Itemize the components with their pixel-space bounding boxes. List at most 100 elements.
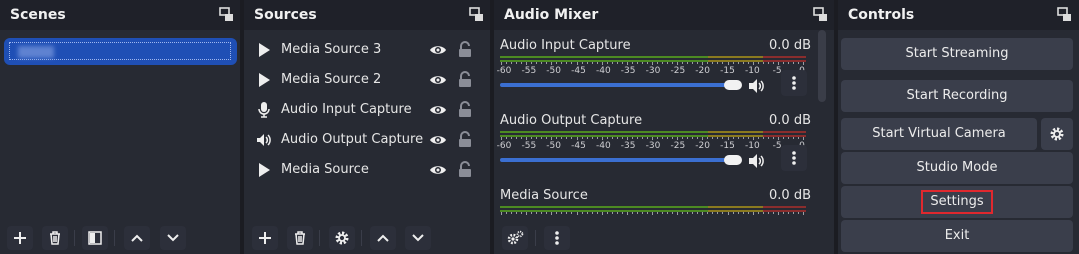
meter-tick <box>682 212 684 214</box>
meter-tick <box>591 212 593 214</box>
start-streaming-button[interactable]: Start Streaming <box>841 38 1073 70</box>
filter-icon <box>88 231 102 245</box>
meter-tick <box>521 212 523 214</box>
meter-tick <box>687 212 689 214</box>
meter-tickmarks <box>500 212 806 215</box>
undock-icon[interactable] <box>813 7 828 22</box>
speaker-icon[interactable] <box>748 78 766 94</box>
meter-tick <box>702 212 704 215</box>
eye-icon[interactable] <box>429 162 447 178</box>
scene-filters-button[interactable] <box>82 226 108 250</box>
move-scene-down-button[interactable] <box>160 226 186 250</box>
gear-icon <box>1050 127 1064 141</box>
scene-item-selected[interactable] <box>4 38 237 65</box>
meter-tick <box>757 212 759 214</box>
mixer-channel: Audio Input Capture 0.0 dB -60 -55 -50 -45-… <box>494 37 814 112</box>
virtual-camera-settings-button[interactable] <box>1041 118 1073 150</box>
mixer-channel: Media Source 0.0 dB <box>494 187 814 215</box>
unlock-icon[interactable] <box>458 71 472 88</box>
meter-scale-label: -40 <box>595 141 611 151</box>
advanced-audio-properties-button[interactable] <box>502 226 528 250</box>
meter-tick <box>566 212 568 214</box>
settings-button[interactable]: Settings <box>841 186 1073 218</box>
meter-scale-label: -45 <box>571 141 586 151</box>
meter-tick <box>762 212 764 214</box>
mixer-toolbar <box>494 222 834 254</box>
mixer-scrollbar[interactable] <box>818 30 826 102</box>
meter-tick <box>722 212 724 214</box>
meter-tick <box>561 212 563 214</box>
eye-icon[interactable] <box>429 42 447 58</box>
meter-segment <box>500 206 709 208</box>
undock-icon[interactable] <box>1057 7 1072 22</box>
plus-icon <box>14 232 26 244</box>
eye-icon[interactable] <box>429 102 447 118</box>
start-virtual-camera-button[interactable]: Start Virtual Camera <box>841 118 1037 150</box>
meter-tick <box>631 212 633 214</box>
speaker-icon[interactable] <box>748 153 766 169</box>
meter-tick <box>526 212 528 215</box>
source-item-media-source-3[interactable]: Media Source 3 <box>244 35 490 65</box>
mixer-channel: Audio Output Capture 0.0 dB -60 -55 -50 -45… <box>494 112 814 187</box>
meter-scale-label: -20 <box>695 66 711 76</box>
meter-scale-label: -10 <box>744 66 760 76</box>
start-recording-button[interactable]: Start Recording <box>841 80 1073 112</box>
separator <box>535 230 536 246</box>
move-source-down-button[interactable] <box>405 226 431 250</box>
meter-tick <box>717 212 719 214</box>
meter-scale-label: -35 <box>620 141 636 151</box>
meter-tick <box>571 212 573 214</box>
unlock-icon[interactable] <box>458 131 472 148</box>
remove-source-button[interactable] <box>287 226 313 250</box>
unlock-icon[interactable] <box>458 161 472 178</box>
source-label: Audio Input Capture <box>281 102 412 117</box>
trash-icon <box>295 231 305 245</box>
gear-icon <box>335 231 349 245</box>
meter-scale-label: -25 <box>670 141 686 151</box>
source-properties-button[interactable] <box>329 226 355 250</box>
eye-icon[interactable] <box>429 72 447 88</box>
gears-icon <box>507 230 524 245</box>
source-item-audio-output-capture[interactable]: Audio Output Capture <box>244 125 490 155</box>
plus-icon <box>259 232 271 244</box>
eye-icon[interactable] <box>429 132 447 148</box>
volume-slider[interactable] <box>500 158 734 162</box>
mixer-menu-button[interactable] <box>544 226 570 250</box>
meter-tick <box>677 212 679 215</box>
exit-button[interactable]: Exit <box>841 220 1073 252</box>
undock-icon[interactable] <box>219 7 234 22</box>
source-item-audio-input-capture[interactable]: Audio Input Capture <box>244 95 490 125</box>
move-source-up-button[interactable] <box>370 226 396 250</box>
meter-scale-label: -55 <box>521 141 537 151</box>
separator <box>74 230 75 246</box>
scenes-toolbar <box>0 222 240 254</box>
scene-name-editor[interactable] <box>9 42 231 60</box>
channel-menu-button[interactable] <box>781 70 807 96</box>
remove-scene-button[interactable] <box>42 226 68 250</box>
source-item-media-source-2[interactable]: Media Source 2 <box>244 65 490 95</box>
settings-label: Settings <box>921 190 993 214</box>
unlock-icon[interactable] <box>458 101 472 118</box>
meter-tick <box>601 212 603 215</box>
move-scene-up-button[interactable] <box>124 226 150 250</box>
meter-tick <box>782 212 784 214</box>
volume-slider-handle[interactable] <box>724 155 742 165</box>
channel-menu-button[interactable] <box>781 145 807 171</box>
studio-mode-button[interactable]: Studio Mode <box>841 152 1073 184</box>
undock-icon[interactable] <box>469 7 484 22</box>
speaker-icon <box>257 134 271 146</box>
add-source-button[interactable] <box>252 226 278 250</box>
unlock-icon[interactable] <box>458 41 472 58</box>
source-item-media-source[interactable]: Media Source <box>244 155 490 185</box>
volume-slider-handle[interactable] <box>724 80 742 90</box>
meter-tick <box>792 212 794 214</box>
meter-tick <box>641 212 643 214</box>
source-label: Media Source <box>281 162 369 177</box>
channel-name: Audio Output Capture <box>500 113 643 128</box>
play-icon <box>259 43 270 57</box>
volume-slider[interactable] <box>500 83 734 87</box>
meter-tick <box>732 212 734 214</box>
blurred-scene-name <box>18 46 54 58</box>
add-scene-button[interactable] <box>7 226 33 250</box>
meter-tick <box>797 212 799 214</box>
